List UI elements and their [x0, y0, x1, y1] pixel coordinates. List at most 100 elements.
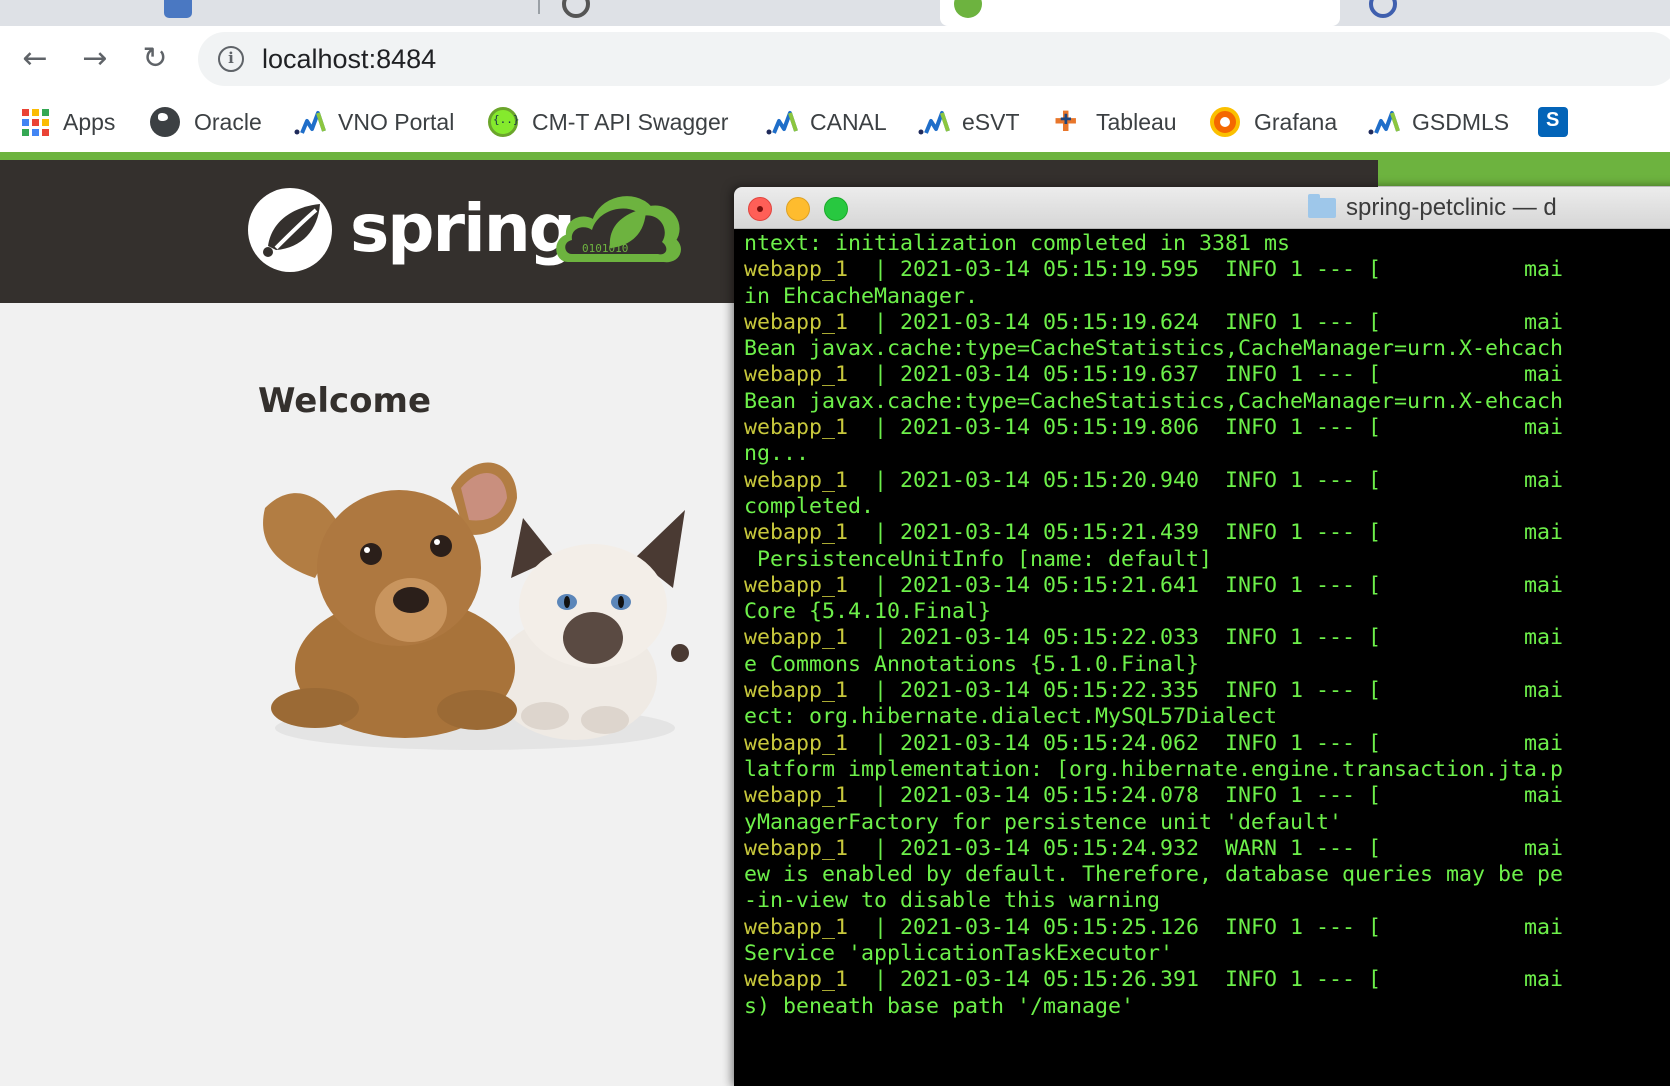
terminal-line: Bean javax.cache:type=CacheStatistics,Ca…	[744, 389, 1670, 415]
terminal-window[interactable]: spring-petclinic — d ntext: initializati…	[734, 187, 1670, 1086]
bookmark-tableau[interactable]: Tableau	[1052, 104, 1177, 140]
terminal-line-text: | 2021-03-14 05:15:20.940 INFO 1 --- [ m…	[848, 467, 1564, 493]
pets-image	[263, 462, 689, 750]
terminal-line-text: | 2021-03-14 05:15:25.126 INFO 1 --- [ m…	[848, 914, 1564, 940]
terminal-line: ng...	[744, 441, 1670, 467]
terminal-line: e Commons Annotations {5.1.0.Final}	[744, 652, 1670, 678]
page-header-accent	[1378, 160, 1670, 186]
chart-bars-icon	[1368, 107, 1400, 137]
terminal-line-text: | 2021-03-14 05:15:22.033 INFO 1 --- [ m…	[848, 625, 1564, 651]
tab-favicon-icon	[164, 0, 192, 18]
terminal-line-text: | 2021-03-14 05:15:26.391 INFO 1 --- [ m…	[848, 967, 1564, 993]
spring-logo[interactable]: spring 0101010	[246, 182, 686, 278]
terminal-line-text: | 2021-03-14 05:15:19.806 INFO 1 --- [ m…	[848, 415, 1564, 441]
terminal-line: webapp_1 | 2021-03-14 05:15:24.062 INFO …	[744, 731, 1670, 757]
bookmark-label: Oracle	[194, 108, 262, 135]
chart-bars-icon	[918, 107, 950, 137]
terminal-line: PersistenceUnitInfo [name: default]	[744, 547, 1670, 573]
welcome-heading: Welcome	[258, 381, 432, 421]
tab-favicon-icon	[1369, 0, 1397, 18]
bookmark-label: CANAL	[810, 108, 887, 135]
browser-tab[interactable]	[548, 0, 938, 26]
browser-tab[interactable]	[150, 0, 540, 26]
bookmark-canal[interactable]: CANAL	[766, 104, 887, 140]
bookmark-gsdmls[interactable]: GSDMLS	[1368, 104, 1509, 140]
terminal-service-name: webapp_1	[744, 309, 849, 335]
terminal-line-text: in EhcacheManager.	[744, 283, 979, 309]
terminal-line-text: Service 'applicationTaskExecutor'	[744, 941, 1174, 967]
sharepoint-icon	[1538, 107, 1568, 137]
terminal-service-name: webapp_1	[744, 783, 849, 809]
terminal-line-text: ew is enabled by default. Therefore, dat…	[744, 862, 1564, 888]
terminal-line: Service 'applicationTaskExecutor'	[744, 941, 1670, 967]
terminal-line: webapp_1 | 2021-03-14 05:15:22.335 INFO …	[744, 678, 1670, 704]
bookmark-label: Apps	[63, 108, 116, 135]
terminal-title: spring-petclinic — d	[1308, 194, 1557, 222]
terminal-line-text: yManagerFactory for persistence unit 'de…	[744, 809, 1343, 835]
terminal-line-text: | 2021-03-14 05:15:24.078 INFO 1 --- [ m…	[848, 783, 1564, 809]
terminal-line-text: e Commons Annotations {5.1.0.Final}	[744, 651, 1200, 677]
terminal-line-text: ect: org.hibernate.dialect.MySQL57Dialec…	[744, 704, 1278, 730]
tab-favicon-icon	[954, 0, 982, 18]
close-window-icon[interactable]	[748, 197, 772, 221]
bookmark-grafana[interactable]: Grafana	[1210, 104, 1337, 140]
terminal-line-text: | 2021-03-14 05:15:21.641 INFO 1 --- [ m…	[848, 572, 1564, 598]
url-text[interactable]: localhost:8484	[262, 44, 436, 75]
terminal-line: ect: org.hibernate.dialect.MySQL57Dialec…	[744, 704, 1670, 730]
terminal-service-name: webapp_1	[744, 914, 849, 940]
terminal-line: webapp_1 | 2021-03-14 05:15:22.033 INFO …	[744, 625, 1670, 651]
terminal-titlebar[interactable]: spring-petclinic — d	[734, 187, 1670, 229]
bookmark-sharepoint[interactable]	[1538, 104, 1582, 140]
terminal-line-text: | 2021-03-14 05:15:21.439 INFO 1 --- [ m…	[848, 520, 1564, 546]
bookmark-vno-portal[interactable]: VNO Portal	[294, 104, 454, 140]
terminal-line-text: Bean javax.cache:type=CacheStatistics,Ca…	[744, 336, 1564, 362]
bookmark-label: CM-T API Swagger	[532, 108, 729, 135]
bookmark-cm-t-api-swagger[interactable]: CM-T API Swagger	[488, 104, 728, 140]
reload-icon[interactable]: ↻	[136, 40, 174, 78]
tab-strip	[0, 0, 1670, 26]
terminal-line: Bean javax.cache:type=CacheStatistics,Ca…	[744, 336, 1670, 362]
globe-icon	[150, 107, 180, 137]
grafana-icon	[1210, 107, 1240, 137]
terminal-service-name: webapp_1	[744, 835, 849, 861]
terminal-service-name: webapp_1	[744, 678, 849, 704]
swagger-icon	[488, 107, 520, 137]
folder-icon	[1308, 194, 1336, 218]
terminal-line-text: | 2021-03-14 05:15:24.932 WARN 1 --- [ m…	[848, 835, 1564, 861]
terminal-line: ntext: initialization completed in 3381 …	[744, 231, 1670, 257]
bookmark-label: Tableau	[1096, 108, 1177, 135]
terminal-line-text: | 2021-03-14 05:15:24.062 INFO 1 --- [ m…	[848, 730, 1564, 756]
terminal-line: Core {5.4.10.Final}	[744, 599, 1670, 625]
tableau-icon	[1052, 105, 1082, 138]
browser-tab[interactable]	[1345, 0, 1670, 26]
terminal-line: webapp_1 | 2021-03-14 05:15:19.624 INFO …	[744, 310, 1670, 336]
spring-cloud-icon: 0101010	[556, 196, 681, 263]
tab-favicon-icon	[562, 0, 590, 18]
terminal-line: webapp_1 | 2021-03-14 05:15:19.595 INFO …	[744, 257, 1670, 283]
terminal-line: webapp_1 | 2021-03-14 05:15:25.126 INFO …	[744, 915, 1670, 941]
bookmark-oracle[interactable]: Oracle	[150, 104, 262, 140]
browser-toolbar: ← → ↻ i localhost:8484	[0, 26, 1670, 92]
terminal-line: webapp_1 | 2021-03-14 05:15:24.932 WARN …	[744, 836, 1670, 862]
chart-bars-icon	[294, 107, 326, 137]
terminal-output[interactable]: ntext: initialization completed in 3381 …	[744, 231, 1670, 1020]
address-bar[interactable]: i localhost:8484	[198, 32, 1670, 86]
terminal-line: in EhcacheManager.	[744, 284, 1670, 310]
terminal-line: s) beneath base path '/manage'	[744, 994, 1670, 1020]
browser-tab-active[interactable]	[940, 0, 1340, 26]
back-arrow-icon[interactable]: ←	[16, 40, 54, 78]
site-info-icon[interactable]: i	[218, 46, 244, 72]
terminal-line-text: Bean javax.cache:type=CacheStatistics,Ca…	[744, 388, 1564, 414]
terminal-line-text: latform implementation: [org.hibernate.e…	[744, 756, 1564, 782]
zoom-window-icon[interactable]	[824, 197, 848, 221]
forward-arrow-icon[interactable]: →	[76, 40, 114, 78]
minimize-window-icon[interactable]	[786, 197, 810, 221]
terminal-line-text: PersistenceUnitInfo [name: default]	[744, 546, 1213, 572]
terminal-line-text: ntext: initialization completed in 3381 …	[744, 231, 1291, 256]
spring-cloud-badge-text: 0101010	[582, 242, 628, 255]
terminal-line: webapp_1 | 2021-03-14 05:15:24.078 INFO …	[744, 783, 1670, 809]
bookmark-esvt[interactable]: eSVT	[918, 104, 1020, 140]
terminal-service-name: webapp_1	[744, 730, 849, 756]
terminal-line-text: | 2021-03-14 05:15:19.637 INFO 1 --- [ m…	[848, 362, 1564, 388]
bookmark-apps[interactable]: Apps	[22, 104, 115, 140]
